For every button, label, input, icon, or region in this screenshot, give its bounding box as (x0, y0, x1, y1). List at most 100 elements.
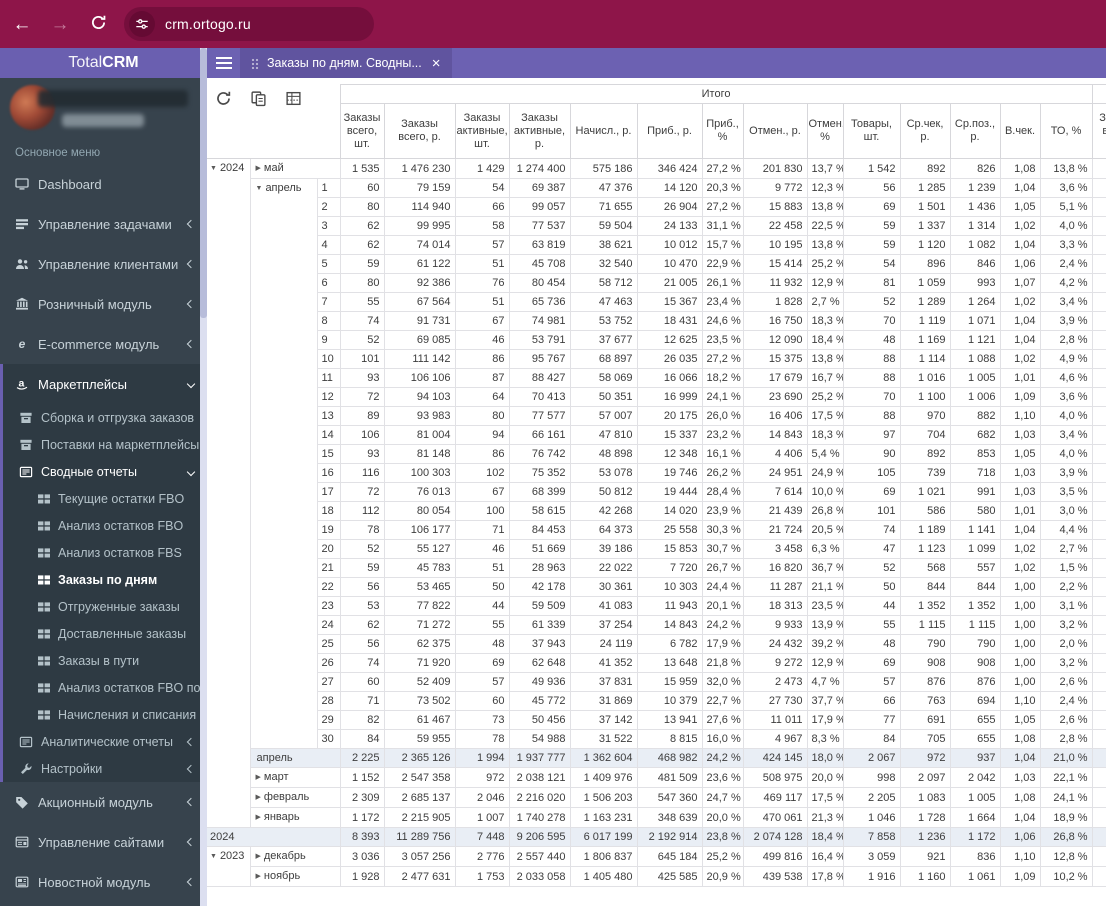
sidebar-item-marketplace[interactable]: a Маркетплейсы (0, 364, 207, 404)
value-cell: 24 432 (742, 634, 808, 654)
year-cell[interactable]: ▼ 2024 (207, 158, 251, 828)
sidebar-item-site[interactable]: Управление сайтами (0, 822, 207, 862)
month-cell[interactable]: ▶ январь (249, 807, 341, 828)
submenu-item[interactable]: Аналитические отчеты (0, 728, 207, 755)
submenu-item[interactable]: Анализ остатков FBS (0, 539, 207, 566)
tab-close-icon[interactable]: × (430, 56, 441, 71)
sidebar-item-ecommerce[interactable]: e E-commerce модуль (0, 324, 207, 364)
month-cell[interactable]: ▶ март (249, 767, 341, 788)
clipped-cell (1091, 444, 1106, 464)
value-cell: 3 059 (842, 846, 901, 867)
value-cell: 62 648 (508, 653, 571, 673)
value-cell: 48 (842, 634, 901, 654)
column-header[interactable]: Отмен., р. (742, 103, 808, 159)
browser-back-icon[interactable]: ← (10, 15, 34, 34)
expand-icon[interactable]: ▶ (256, 870, 261, 884)
expand-icon[interactable]: ▶ (256, 771, 261, 785)
column-header[interactable]: Приб., р. (636, 103, 703, 159)
value-cell: 51 669 (508, 539, 571, 559)
collapse-icon[interactable]: ▼ (210, 850, 217, 864)
column-header[interactable]: Заказы всего, р. (383, 103, 456, 159)
clipped-cell (1091, 672, 1106, 692)
column-header[interactable]: Товары, шт. (842, 103, 901, 159)
value-cell: 106 (339, 425, 385, 445)
column-header[interactable]: Ср.чек, р. (899, 103, 951, 159)
column-header[interactable]: Заказы активные, шт. (454, 103, 510, 159)
month-cell[interactable]: ▼ апрель (249, 178, 318, 749)
value-cell: 8 815 (636, 729, 703, 749)
submenu-item[interactable]: Сводные отчеты (0, 458, 207, 485)
submenu-item[interactable]: Доставленные заказы (0, 620, 207, 647)
month-cell[interactable]: ▶ ноябрь (249, 866, 341, 887)
value-cell: 106 177 (383, 520, 456, 540)
copy-icon[interactable] (250, 90, 268, 108)
table-row: 11 93 106 106 87 88 427 58 069 16 066 18,2 % 17 … (207, 368, 1106, 388)
value-cell: 6 017 199 (569, 827, 638, 847)
value-cell: 1 046 (842, 807, 901, 828)
sidebar-item-dashboard[interactable]: Dashboard (0, 164, 207, 204)
sidebar-item-users[interactable]: Управление клиентами (0, 244, 207, 284)
chevron-left-icon (186, 339, 196, 349)
month-cell[interactable]: ▶ февраль (249, 787, 341, 808)
value-cell: 68 399 (508, 482, 571, 502)
column-header[interactable]: Ср.поз., р. (949, 103, 1001, 159)
month-cell[interactable]: ▶ май (249, 158, 341, 179)
value-cell: 53 752 (569, 311, 638, 331)
site-info-icon[interactable] (129, 11, 155, 37)
sidebar-item-bank[interactable]: Розничный модуль (0, 284, 207, 324)
browser-reload-icon[interactable] (86, 14, 110, 35)
submenu-item-active[interactable]: Заказы по дням (0, 566, 207, 593)
sidebar-scrollbar[interactable] (200, 48, 207, 906)
table-row: 23 53 77 822 44 59 509 41 083 11 943 20,1 % 18 3… (207, 596, 1106, 616)
value-cell: 45 708 (508, 254, 571, 274)
expand-icon[interactable]: ▶ (256, 791, 261, 805)
submenu-item[interactable]: Текущие остатки FBO (0, 485, 207, 512)
column-header[interactable]: Приб., % (701, 103, 744, 159)
column-header[interactable]: ТО, % (1039, 103, 1093, 159)
export-xlsx-icon[interactable] (285, 90, 303, 108)
value-cell: 908 (899, 653, 951, 673)
submenu-item[interactable]: Анализ остатков FBO (0, 512, 207, 539)
browser-forward-icon[interactable]: → (48, 15, 72, 34)
year-cell[interactable]: ▼ 2023 (207, 846, 251, 887)
day-cell: 12 (316, 387, 341, 407)
address-bar[interactable]: crm.ortogo.ru (124, 7, 374, 41)
column-header[interactable]: Заказы всего, шт. (339, 103, 385, 159)
submenu-item[interactable]: Заказы в пути (0, 647, 207, 674)
scrollbar-thumb[interactable] (200, 48, 207, 318)
column-header[interactable]: Начисл., р. (569, 103, 638, 159)
submenu-item[interactable]: Отгруженные заказы (0, 593, 207, 620)
value-cell: 38 621 (569, 235, 638, 255)
tab-orders-by-days[interactable]: Заказы по дням. Сводны... × (240, 48, 452, 78)
expand-icon[interactable]: ▶ (256, 850, 261, 864)
refresh-icon[interactable] (215, 90, 233, 108)
value-cell: 481 509 (636, 767, 703, 788)
submenu-item[interactable]: Сборка и отгрузка заказов (0, 404, 207, 431)
submenu-item[interactable]: Настройки (0, 755, 207, 782)
value-cell: 17 679 (742, 368, 808, 388)
sidebar-item-tasks[interactable]: Управление задачами (0, 204, 207, 244)
sidebar-item-news[interactable]: Новостной модуль (0, 862, 207, 902)
submenu-item[interactable]: Поставки на маркетплейсы (0, 431, 207, 458)
month-cell[interactable]: ▶ декабрь (249, 846, 341, 867)
app-logo[interactable]: TotalCRM (0, 48, 207, 78)
sidebar-item-tag[interactable]: Акционный модуль (0, 782, 207, 822)
column-header[interactable]: В.чек. (999, 103, 1041, 159)
value-cell: 24,1 % (1039, 787, 1093, 808)
collapse-icon[interactable]: ▼ (210, 162, 217, 176)
day-cell: 25 (316, 634, 341, 654)
submenu-item[interactable]: Начисления и списания (0, 701, 207, 728)
expand-icon[interactable]: ▶ (256, 162, 261, 176)
value-cell: 21,0 % (1039, 748, 1093, 768)
sidebar-item-distribution[interactable]: Модуль распределения (0, 902, 207, 906)
submenu-item[interactable]: Анализ остатков FBO по скл (0, 674, 207, 701)
value-cell: 10 470 (636, 254, 703, 274)
column-header[interactable]: Заказы активные, р. (508, 103, 571, 159)
expand-icon[interactable]: ▶ (256, 811, 261, 825)
column-header[interactable]: Отмен., % (806, 103, 844, 159)
collapse-icon[interactable]: ▼ (256, 182, 263, 196)
menu-toggle-icon[interactable] (207, 48, 240, 78)
value-cell: 1 429 (454, 158, 510, 179)
bank-icon (14, 297, 29, 312)
value-cell: 11 943 (636, 596, 703, 616)
